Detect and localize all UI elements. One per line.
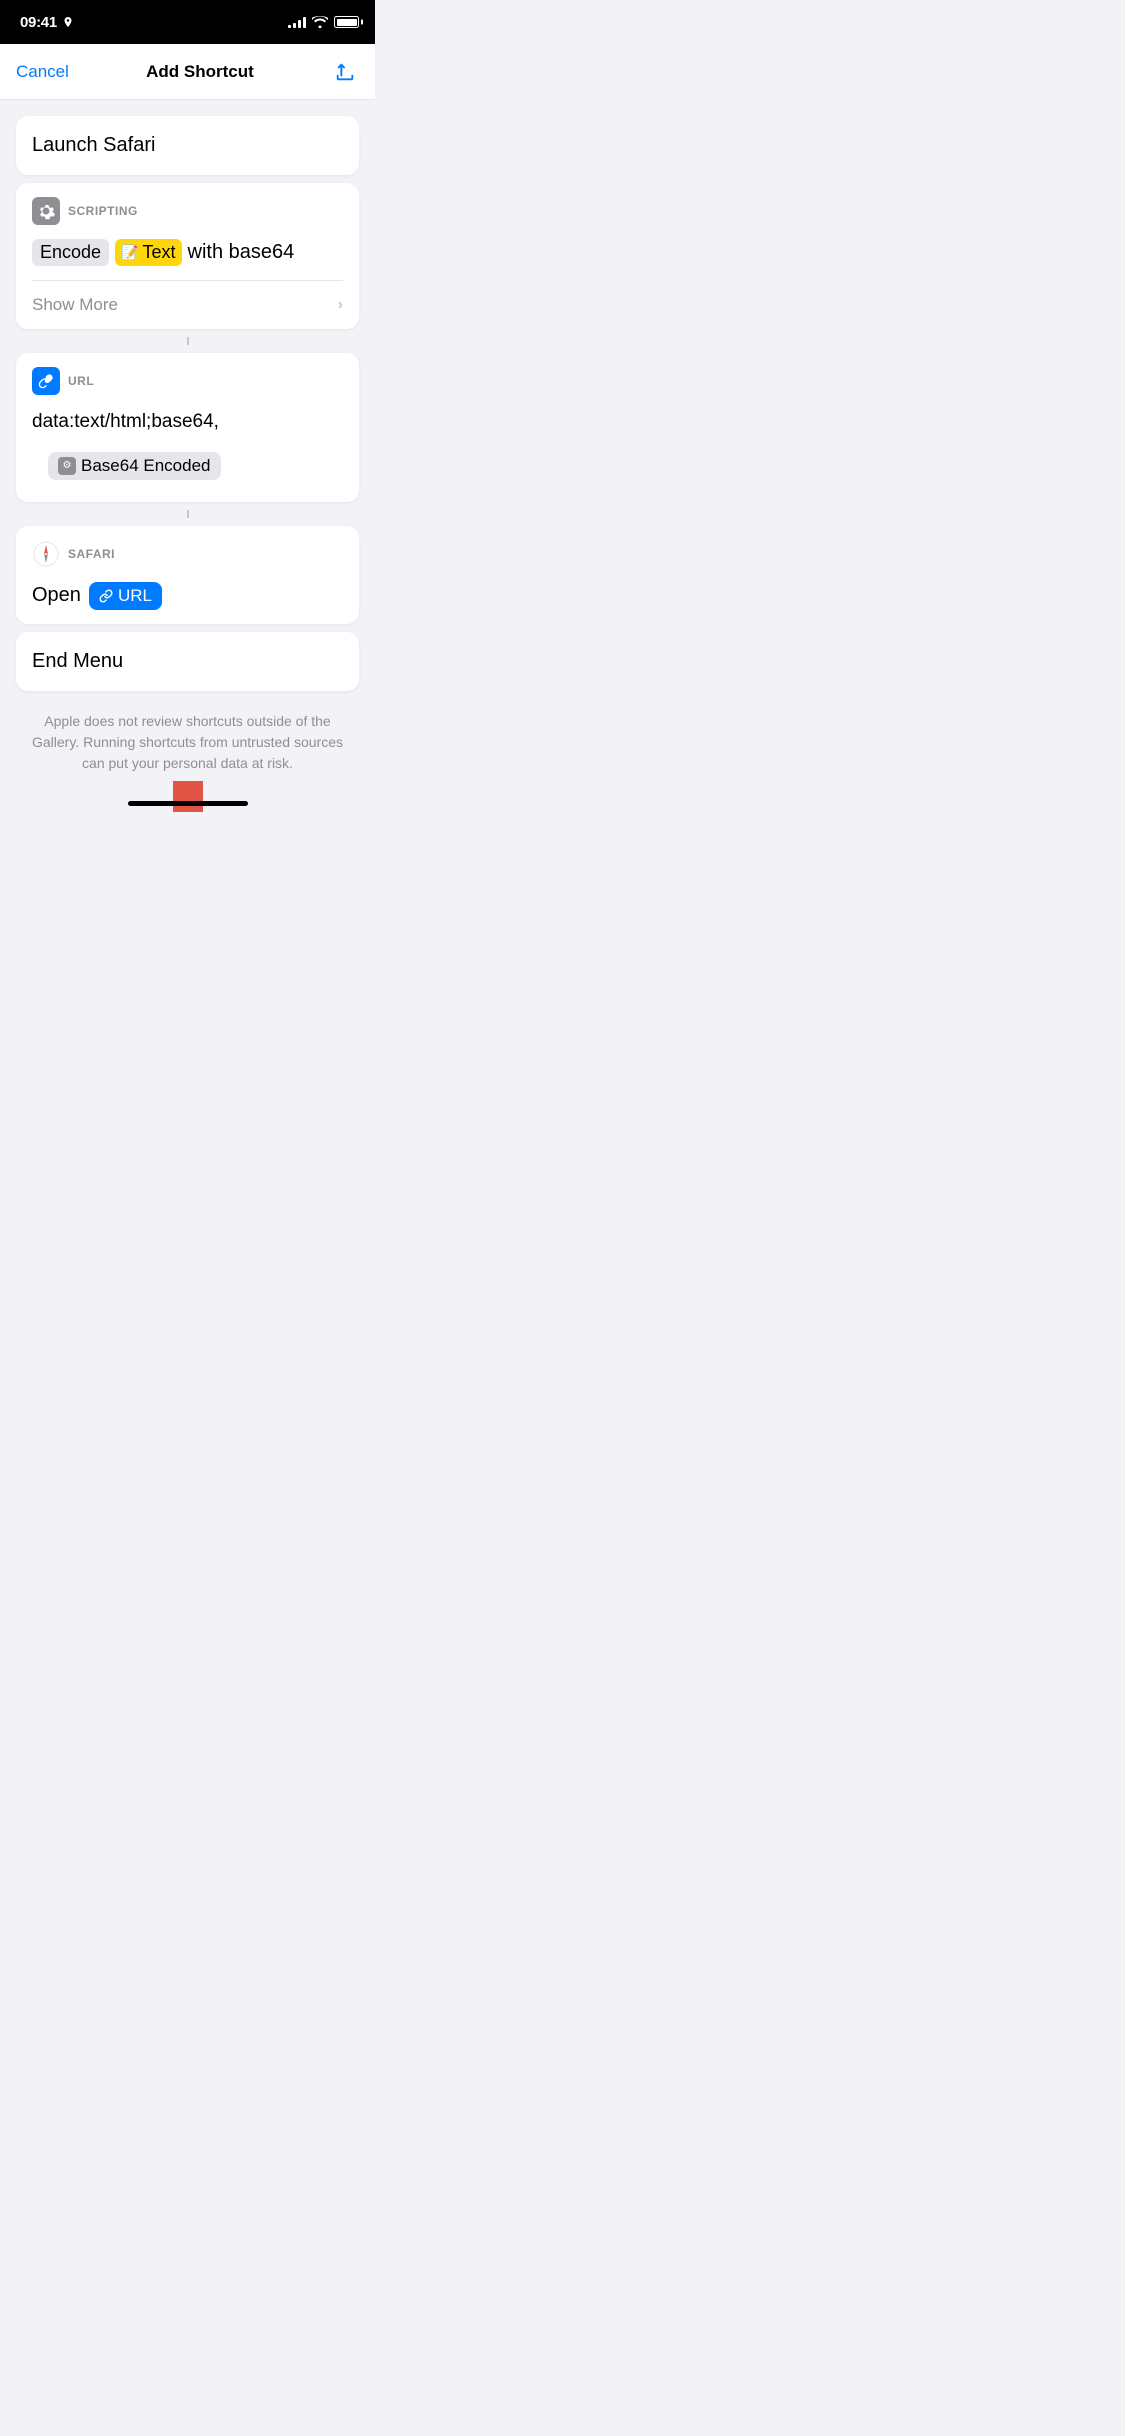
down-arrow-icon <box>148 776 228 812</box>
signal-icon <box>288 16 306 28</box>
scripting-header: SCRIPTING <box>16 183 359 235</box>
base64-label: Base64 Encoded <box>81 456 211 476</box>
connector-line-1 <box>187 337 189 345</box>
cancel-button[interactable]: Cancel <box>16 62 69 82</box>
warning-message: Apple does not review shortcuts outside … <box>32 713 343 771</box>
wifi-icon <box>312 16 328 28</box>
gear-small-icon: ⚙ <box>58 457 76 475</box>
scripting-icon <box>32 197 60 225</box>
page-title: Add Shortcut <box>146 62 254 82</box>
share-icon <box>334 61 356 83</box>
open-label: Open <box>32 584 81 607</box>
end-menu-label: End Menu <box>32 650 123 672</box>
url-card: URL data:text/html;base64, ⚙ Base64 Enco… <box>16 353 359 502</box>
base64-token-container: ⚙ Base64 Encoded <box>16 450 359 502</box>
safari-compass-icon <box>33 541 59 567</box>
nav-bar: Cancel Add Shortcut <box>0 44 375 100</box>
status-bar: 09:41 <box>0 0 375 44</box>
end-menu-card: End Menu <box>16 632 359 691</box>
url-section-label: URL <box>68 374 94 388</box>
safari-icon-bg <box>32 540 60 568</box>
encode-label: Encode <box>40 242 101 263</box>
warning-text: Apple does not review shortcuts outside … <box>0 699 375 786</box>
with-base64-text: with base64 <box>188 241 295 264</box>
show-more-row[interactable]: Show More › <box>16 281 359 329</box>
scripting-label: SCRIPTING <box>68 204 138 218</box>
encode-action-row: Encode 📝 Text with base64 <box>16 235 359 280</box>
chevron-right-icon: › <box>338 296 343 314</box>
battery-icon <box>334 16 359 28</box>
arrow-container <box>0 786 375 812</box>
location-icon <box>63 17 73 29</box>
launch-safari-label: Launch Safari <box>32 134 155 156</box>
link-small-icon <box>99 589 113 603</box>
link-icon <box>38 373 54 389</box>
safari-card: SAFARI Open URL <box>16 526 359 624</box>
text-token-label: Text <box>143 242 176 263</box>
url-token[interactable]: URL <box>89 582 162 610</box>
launch-safari-card: Launch Safari <box>16 116 359 175</box>
text-token[interactable]: 📝 Text <box>115 239 181 266</box>
share-button[interactable] <box>331 58 359 86</box>
base64-encoded-token[interactable]: ⚙ Base64 Encoded <box>48 452 221 480</box>
url-token-label: URL <box>118 586 152 606</box>
show-more-label: Show More <box>32 295 118 315</box>
status-time: 09:41 <box>20 14 57 31</box>
scroll-area: Launch Safari SCRIPTING Encode 📝 Text wi… <box>0 100 375 812</box>
encode-token[interactable]: Encode <box>32 239 109 266</box>
safari-section-label: SAFARI <box>68 547 115 561</box>
status-icons <box>288 16 359 28</box>
home-indicator <box>128 801 248 806</box>
connector-line-2 <box>187 510 189 518</box>
safari-header: SAFARI <box>16 526 359 578</box>
url-header: URL <box>16 353 359 405</box>
gear-icon <box>37 202 55 220</box>
url-icon <box>32 367 60 395</box>
scripting-card: SCRIPTING Encode 📝 Text with base64 Show… <box>16 183 359 329</box>
open-url-row: Open URL <box>16 578 359 624</box>
url-value: data:text/html;base64, <box>16 405 359 450</box>
